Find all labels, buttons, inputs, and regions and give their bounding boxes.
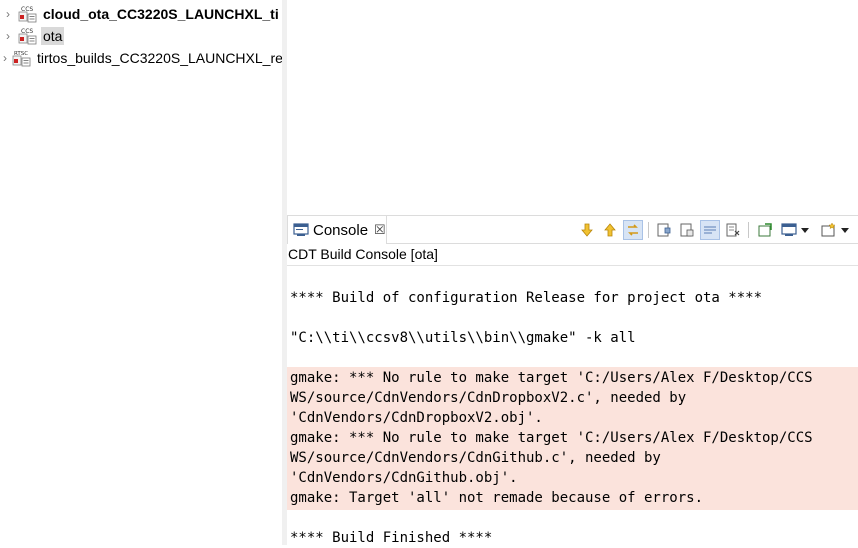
tree-item-project-1[interactable]: › CCS ota [0, 25, 282, 47]
expand-chevron-icon[interactable]: › [3, 51, 7, 65]
console-output[interactable]: **** Build of configuration Release for … [287, 265, 858, 546]
console-error-line: WS/source/CdnVendors/CdnGithub.c', neede… [290, 450, 661, 466]
chevron-down-icon[interactable] [799, 220, 811, 240]
scroll-up-icon[interactable] [600, 220, 620, 240]
rtsc-project-icon: RTSC [12, 51, 31, 67]
link-with-editor-icon[interactable] [623, 220, 643, 240]
pin-console-icon[interactable] [755, 220, 775, 240]
chevron-down-icon[interactable] [839, 220, 851, 240]
toolbar-separator [648, 222, 649, 238]
show-console-on-output-icon[interactable] [677, 220, 697, 240]
toolbar-separator [748, 222, 749, 238]
close-icon[interactable]: ☒ [374, 222, 386, 238]
console-title: CDT Build Console [ota] [288, 246, 438, 262]
console-error-line: WS/source/CdnVendors/CdnDropboxV2.c', ne… [290, 390, 687, 406]
display-selected-console-icon[interactable] [779, 220, 799, 240]
console-error-line: gmake: Target 'all' not remade because o… [290, 490, 704, 506]
project-explorer: › CCS cloud_ota_CC3220S_LAUNCHXL_ti › CC… [0, 0, 282, 545]
tree-item-project-2[interactable]: › RTSC tirtos_builds_CC3220S_LAUNCHXL_re [0, 47, 282, 69]
tree-item-label: cloud_ota_CC3220S_LAUNCHXL_ti [43, 6, 279, 22]
tree-item-label: ota [41, 27, 65, 45]
console-error-line: 'CdnVendors/CdnDropboxV2.obj'. [290, 410, 543, 426]
console-line: "C:\\ti\\ccsv8\\utils\\bin\\gmake" -k al… [290, 330, 636, 346]
open-console-icon[interactable] [819, 220, 839, 240]
tab-console[interactable]: Console ☒ [287, 216, 387, 244]
scroll-down-icon[interactable] [577, 220, 597, 240]
tree-item-label: tirtos_builds_CC3220S_LAUNCHXL_re [37, 50, 282, 66]
tab-console-label: Console [313, 221, 369, 239]
scroll-lock-icon[interactable] [654, 220, 674, 240]
console-line: **** Build of configuration Release for … [290, 290, 763, 306]
console-error-line: 'CdnVendors/CdnGithub.obj'. [290, 470, 518, 486]
tree-item-project-0[interactable]: › CCS cloud_ota_CC3220S_LAUNCHXL_ti [0, 3, 282, 25]
clear-console-icon[interactable] [723, 220, 743, 240]
expand-chevron-icon[interactable]: › [3, 7, 13, 21]
console-error-line: gmake: *** No rule to make target 'C:/Us… [290, 370, 813, 386]
expand-chevron-icon[interactable]: › [3, 29, 13, 43]
console-error-line: gmake: *** No rule to make target 'C:/Us… [290, 430, 813, 446]
console-tab-bar: Console ☒ [287, 215, 858, 244]
console-view: Console ☒ CDT Build Console [ota] **** B… [287, 215, 858, 546]
console-icon [293, 223, 309, 236]
word-wrap-icon[interactable] [700, 220, 720, 240]
ccs-project-icon: CCS [18, 6, 37, 23]
ccs-project-icon: CCS [18, 28, 37, 45]
console-line: **** Build Finished **** [290, 530, 493, 546]
